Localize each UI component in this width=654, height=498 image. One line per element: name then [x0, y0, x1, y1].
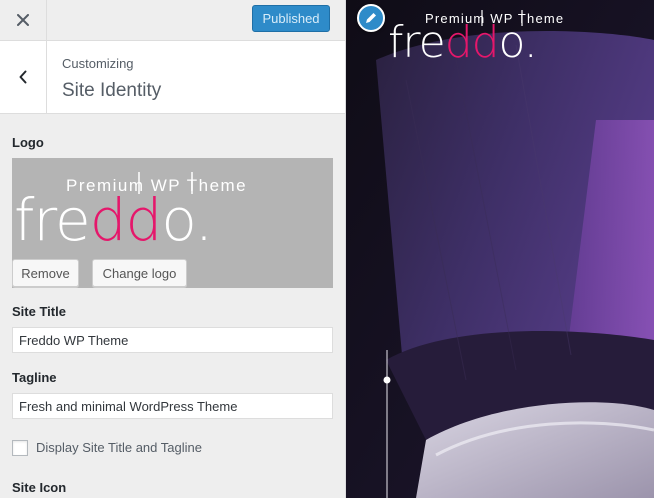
chevron-left-icon	[19, 70, 27, 84]
logo-label: Logo	[12, 135, 44, 150]
site-preview: Premium WP Theme freddo.	[346, 0, 654, 498]
section-header: Customizing Site Identity	[0, 41, 345, 114]
preview-logo-wordmark-end: o.	[499, 17, 537, 62]
edit-logo-shortcut[interactable]	[357, 4, 385, 32]
tagline-input[interactable]	[12, 393, 333, 419]
close-customizer-button[interactable]	[0, 0, 47, 40]
remove-logo-button[interactable]: Remove	[12, 259, 79, 287]
logo-wordmark-light: fre	[14, 186, 90, 254]
publish-button[interactable]: Published	[252, 5, 330, 32]
breadcrumb: Customizing	[62, 56, 134, 71]
tagline-label: Tagline	[12, 370, 57, 385]
back-button[interactable]	[0, 41, 47, 113]
display-title-checkbox[interactable]	[12, 440, 28, 456]
logo-preview: Premium WP Theme freddo. Remove Change l…	[12, 158, 333, 288]
customizer-sidebar: Published Customizing Site Identity Logo…	[0, 0, 346, 498]
logo-wordmark-accent: dd	[90, 186, 162, 254]
preview-logo-wordmark-accent: dd	[445, 17, 499, 62]
preview-logo-wordmark-light: fre	[388, 17, 445, 62]
svg-text:freddo.: freddo.	[388, 17, 537, 62]
customizer-header: Published	[0, 0, 345, 41]
site-title-input[interactable]	[12, 327, 333, 353]
site-icon-label: Site Icon	[12, 480, 67, 495]
preview-site-logo: Premium WP Theme freddo.	[388, 10, 563, 62]
close-icon	[17, 14, 29, 26]
pencil-icon	[366, 13, 376, 23]
svg-text:freddo.: freddo.	[14, 186, 212, 254]
site-title-label: Site Title	[12, 304, 66, 319]
section-title: Site Identity	[62, 80, 162, 101]
logo-wordmark-end: o.	[161, 186, 212, 254]
display-title-label[interactable]: Display Site Title and Tagline	[36, 440, 202, 455]
preview-hero-image	[346, 0, 654, 498]
change-logo-button[interactable]: Change logo	[92, 259, 187, 287]
